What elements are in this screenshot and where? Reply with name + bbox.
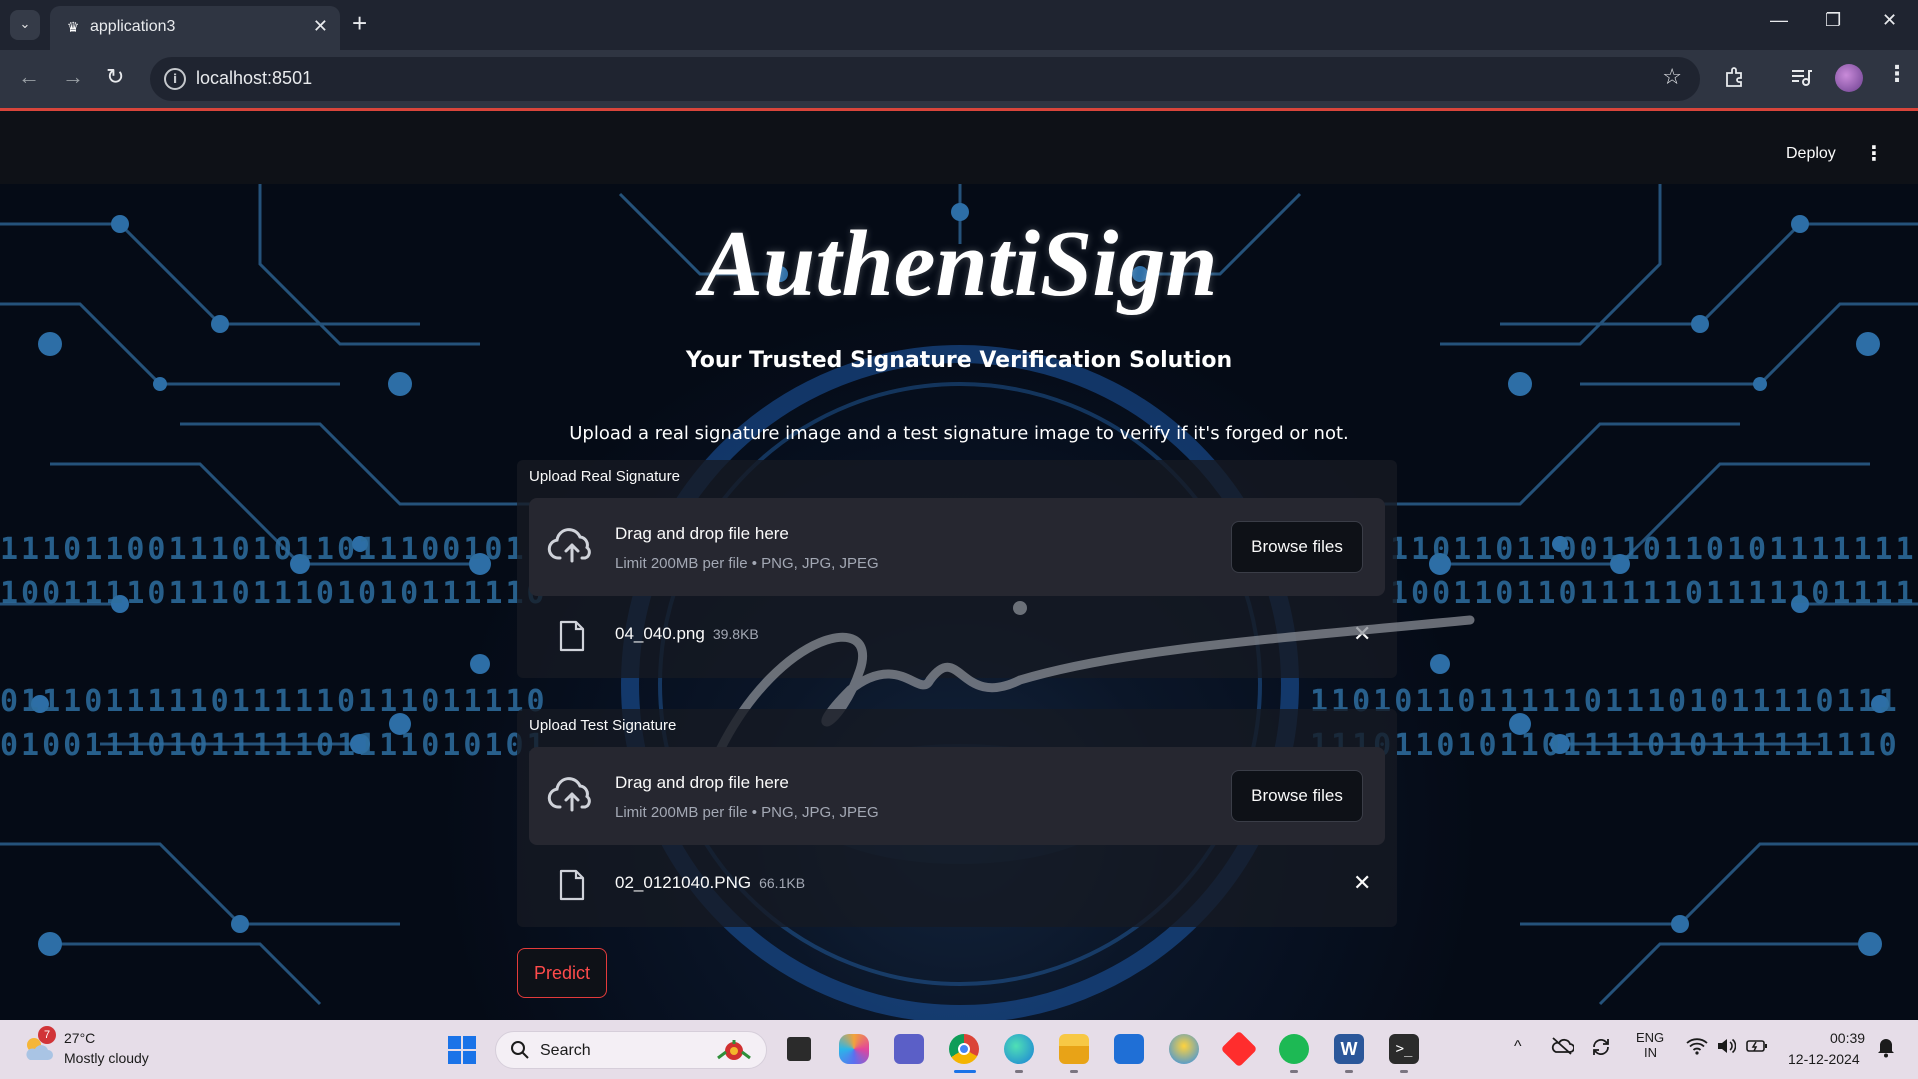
upload-label: Upload Real Signature [529, 468, 680, 485]
binary-text-left: 11101100111010110111001011 [0, 532, 548, 567]
test-signature-uploader: Upload Test Signature Drag and drop file… [517, 709, 1397, 927]
profile-avatar[interactable] [1835, 64, 1863, 92]
browser-toolbar: ← → ↻ i localhost:8501 ☆ ⋮ [0, 50, 1918, 108]
wifi-icon[interactable] [1686, 1037, 1708, 1060]
show-hidden-icons-chevron[interactable]: ^ [1514, 1038, 1522, 1056]
new-tab-button[interactable]: + [352, 8, 367, 39]
browse-files-button[interactable]: Browse files [1231, 521, 1363, 573]
clock-date[interactable]: 12-12-2024 [1788, 1051, 1860, 1067]
binary-text-right: 1101101100110110101111111101 [1390, 532, 1918, 567]
volume-icon[interactable] [1716, 1037, 1737, 1060]
deploy-button[interactable]: Deploy [1786, 145, 1836, 163]
app-header: Deploy ⋮ [0, 111, 1918, 184]
store-icon[interactable] [1114, 1034, 1144, 1064]
region-code: IN [1644, 1045, 1657, 1060]
weather-desc: Mostly cloudy [64, 1050, 149, 1066]
instructions-text: Upload a real signature image and a test… [569, 423, 1349, 444]
search-label: Search [540, 1042, 591, 1059]
url-text[interactable]: localhost:8501 [196, 68, 312, 89]
word-icon[interactable]: W [1334, 1034, 1364, 1064]
ai-assistant-icon[interactable] [1169, 1034, 1199, 1064]
back-button[interactable]: ← [18, 64, 40, 90]
extensions-icon[interactable] [1724, 66, 1746, 93]
main-menu-icon[interactable]: ⋮ [1864, 141, 1884, 165]
file-icon [559, 869, 585, 901]
dropzone[interactable]: Drag and drop file here Limit 200MB per … [529, 498, 1385, 596]
dropzone-title: Drag and drop file here [615, 524, 789, 543]
task-view-icon[interactable] [784, 1034, 814, 1064]
file-explorer-icon[interactable] [1059, 1034, 1089, 1064]
sync-icon[interactable] [1590, 1036, 1612, 1063]
taskbar-search-box[interactable]: Search [495, 1031, 767, 1069]
predict-button[interactable]: Predict [517, 948, 607, 998]
red-diamond-app-icon[interactable] [1220, 1030, 1258, 1068]
running-app-indicator [1400, 1070, 1408, 1073]
app-subtitle: Your Trusted Signature Verification Solu… [685, 348, 1233, 373]
binary-text-left: 01001110101111101111010101 [0, 728, 548, 763]
spotify-icon[interactable] [1279, 1034, 1309, 1064]
weather-temp: 27°C [64, 1030, 96, 1046]
running-app-indicator [1345, 1070, 1353, 1073]
taskbar: 7 27°C Mostly cloudy Search W >_ ^ ENG I… [0, 1020, 1918, 1079]
copilot-icon[interactable] [839, 1034, 869, 1064]
app-title: AuthentiSign [700, 212, 1218, 316]
edge-icon[interactable] [1004, 1034, 1034, 1064]
tab-close-icon[interactable]: ✕ [313, 16, 328, 37]
forward-button[interactable]: → [62, 64, 84, 90]
browser-tab[interactable]: ♛ application3 ✕ [50, 6, 340, 50]
streamlit-crown-icon: ♛ [66, 20, 80, 36]
bookmark-star-icon[interactable]: ☆ [1662, 65, 1682, 90]
upload-label: Upload Test Signature [529, 717, 677, 734]
cloud-upload-icon [547, 777, 591, 812]
notifications-bell-icon[interactable] [1876, 1036, 1896, 1063]
dropzone-limit-text: Limit 200MB per file • PNG, JPG, JPEG [615, 555, 879, 572]
reload-button[interactable]: ↻ [106, 64, 124, 90]
file-icon [559, 620, 585, 652]
dropzone-title: Drag and drop file here [615, 773, 789, 792]
weather-alert-badge: 7 [38, 1026, 56, 1044]
terminal-icon[interactable]: >_ [1389, 1034, 1419, 1064]
chrome-icon[interactable] [949, 1034, 979, 1064]
active-app-indicator [954, 1070, 976, 1073]
binary-text-left: 01110111110111110111011110 [0, 684, 548, 719]
search-highlight-art-icon [717, 1040, 751, 1060]
running-app-indicator [1015, 1070, 1023, 1073]
tab-title: application3 [90, 18, 176, 35]
media-controls-icon[interactable] [1790, 66, 1812, 93]
file-name: 04_040.png [615, 624, 705, 643]
dropzone[interactable]: Drag and drop file here Limit 200MB per … [529, 747, 1385, 845]
uploaded-file-row: 02_0121040.PNG 66.1KB ✕ [529, 855, 1385, 915]
restore-button[interactable]: ❐ [1825, 10, 1841, 31]
tab-search-chevron-icon[interactable]: ⌄ [10, 10, 40, 40]
binary-text-left: 10011110111011101010111110 [0, 576, 548, 611]
running-app-indicator [1290, 1070, 1298, 1073]
close-window-button[interactable]: ✕ [1882, 10, 1897, 31]
windows-start-icon[interactable] [448, 1036, 476, 1064]
site-info-icon[interactable]: i [164, 68, 186, 90]
language-code: ENG [1636, 1030, 1665, 1045]
clock-time[interactable]: 00:39 [1830, 1030, 1865, 1046]
address-bar[interactable]: i localhost:8501 ☆ [150, 57, 1700, 101]
remove-file-icon[interactable]: ✕ [1353, 871, 1371, 896]
minimize-button[interactable]: — [1770, 10, 1788, 31]
onedrive-icon[interactable] [1550, 1036, 1575, 1061]
file-size: 66.1KB [759, 875, 806, 891]
battery-icon[interactable] [1746, 1038, 1768, 1059]
browser-tab-strip: ⌄ ♛ application3 ✕ + — ❐ ✕ [0, 0, 1918, 50]
cloud-upload-icon [547, 528, 591, 563]
language-indicator[interactable]: ENG IN [1636, 1030, 1664, 1060]
browse-files-button[interactable]: Browse files [1231, 770, 1363, 822]
teams-icon[interactable] [894, 1034, 924, 1064]
file-name: 02_0121040.PNG [615, 873, 752, 892]
dropzone-limit-text: Limit 200MB per file • PNG, JPG, JPEG [615, 804, 879, 821]
browser-menu-icon[interactable]: ⋮ [1886, 62, 1908, 87]
search-icon [510, 1040, 530, 1065]
running-app-indicator [1070, 1070, 1078, 1073]
